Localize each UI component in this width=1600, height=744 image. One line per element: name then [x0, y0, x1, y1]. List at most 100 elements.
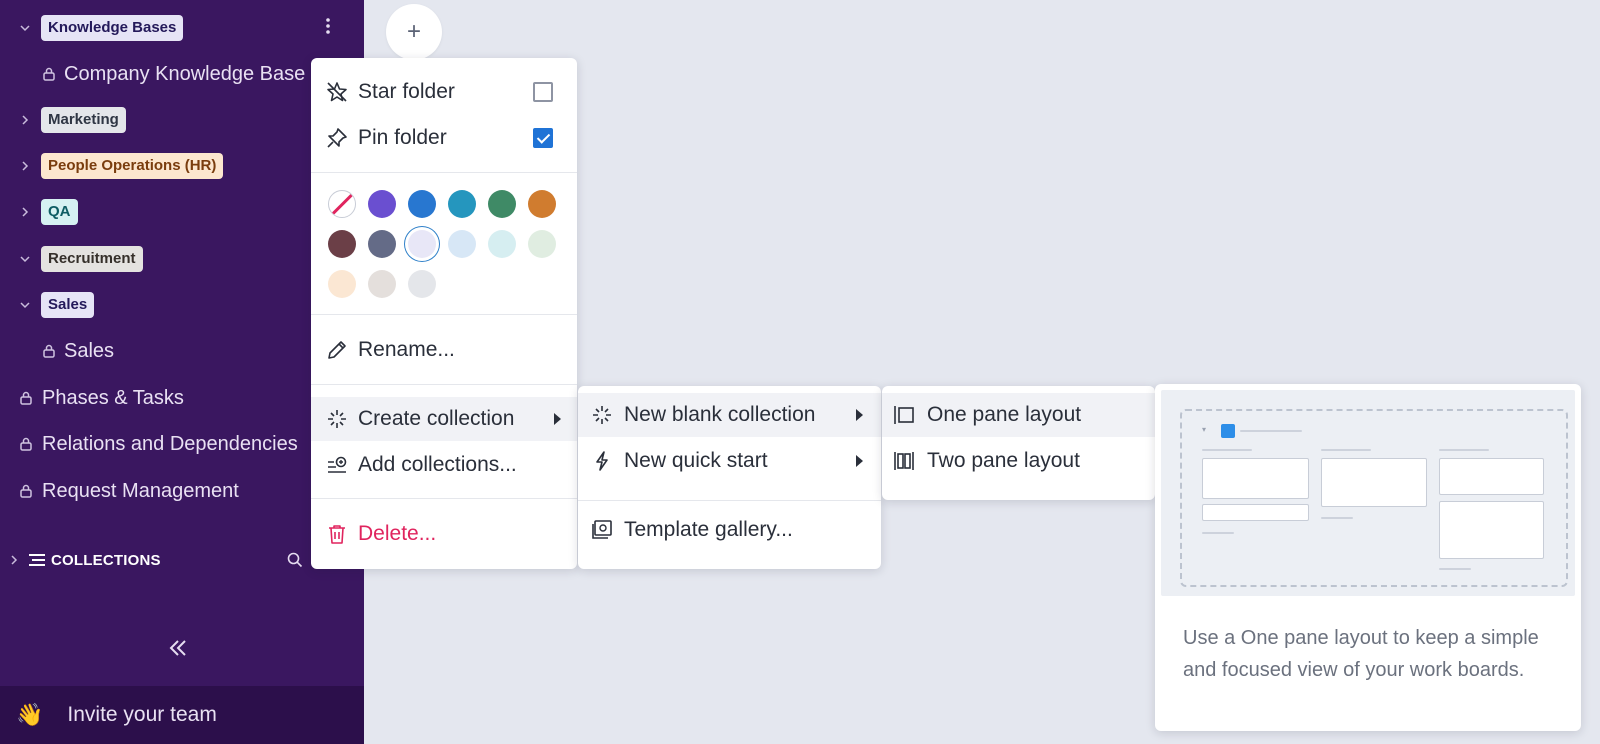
folder-tag: Recruitment — [41, 246, 143, 272]
preview-line — [1439, 449, 1489, 451]
sidebar-item-label: Relations and Dependencies — [42, 432, 298, 455]
star-folder-checkbox[interactable] — [533, 82, 553, 102]
color-swatch[interactable] — [408, 190, 436, 218]
search-icon[interactable] — [287, 552, 303, 573]
preview-card — [1439, 458, 1544, 495]
no-color-swatch[interactable] — [328, 190, 356, 218]
chevron-right-icon[interactable] — [19, 206, 31, 218]
one-pane-layout-label: One pane layout — [927, 403, 1082, 426]
lightning-icon — [590, 449, 614, 473]
sidebar-item-phases-tasks[interactable]: Phases & Tasks — [0, 378, 364, 418]
color-swatch[interactable] — [448, 190, 476, 218]
chevron-down-icon[interactable] — [19, 253, 31, 265]
more-options-icon[interactable] — [318, 16, 338, 41]
color-swatch[interactable] — [448, 230, 476, 258]
preview-card — [1439, 501, 1544, 559]
new-quick-start-item[interactable]: New quick start — [578, 439, 881, 483]
sparkle-icon — [590, 403, 614, 427]
sidebar-folder-qa[interactable]: QA — [0, 192, 364, 232]
sparkle-icon — [325, 407, 349, 431]
pin-folder-item[interactable]: Pin folder — [311, 116, 577, 160]
sidebar-folder-marketing[interactable]: Marketing — [0, 100, 364, 140]
sidebar-folder-recruitment[interactable]: Recruitment — [0, 239, 364, 279]
template-gallery-icon — [590, 518, 614, 542]
sidebar-item-relations[interactable]: Relations and Dependencies — [0, 424, 364, 464]
layout-description: Use a One pane layout to keep a simple a… — [1183, 627, 1539, 681]
collections-icon — [29, 553, 45, 567]
folder-tag: Marketing — [41, 107, 126, 133]
new-quick-start-label: New quick start — [624, 449, 768, 472]
preview-frame: ▾ — [1180, 409, 1568, 587]
layout-preview-image: ▾ — [1161, 390, 1575, 596]
add-collections-item[interactable]: Add collections... — [311, 443, 577, 487]
collections-header[interactable]: COLLECTIONS — [0, 546, 364, 574]
color-swatch[interactable] — [328, 230, 356, 258]
lock-icon — [19, 437, 33, 451]
chevron-right-icon[interactable] — [8, 554, 20, 566]
color-swatch[interactable] — [408, 230, 436, 258]
layout-preview-card: ▾ Use a One pane layout to keep a simple… — [1155, 384, 1581, 731]
invite-team-button[interactable]: 👋 Invite your team — [0, 686, 364, 744]
chevron-right-icon[interactable] — [19, 114, 31, 126]
lock-icon — [42, 67, 56, 81]
divider — [311, 172, 577, 173]
layout-submenu: One pane layout Two pane layout — [882, 386, 1155, 500]
sidebar-folder-knowledge-bases[interactable]: Knowledge Bases — [0, 8, 364, 48]
folder-context-menu: Star folder Pin folder Rename... Create … — [311, 58, 577, 569]
chevron-right-icon[interactable] — [19, 160, 31, 172]
chevron-down-icon[interactable] — [19, 299, 31, 311]
template-gallery-label: Template gallery... — [624, 518, 793, 541]
delete-item[interactable]: Delete... — [311, 512, 577, 556]
create-collection-submenu: New blank collection New quick start Tem… — [578, 386, 881, 569]
color-swatch[interactable] — [368, 230, 396, 258]
pin-icon — [325, 126, 349, 150]
create-collection-item[interactable]: Create collection — [311, 397, 577, 441]
collapse-sidebar-icon[interactable] — [166, 636, 190, 660]
submenu-arrow-icon — [554, 413, 561, 425]
preview-line — [1202, 532, 1234, 534]
color-swatch[interactable] — [368, 190, 396, 218]
create-collection-label: Create collection — [358, 407, 515, 430]
preview-card — [1202, 504, 1309, 521]
invite-label: Invite your team — [67, 703, 217, 726]
star-folder-label: Star folder — [358, 80, 455, 103]
preview-line — [1321, 517, 1353, 519]
folder-tag: QA — [41, 199, 78, 225]
sidebar-folder-sales[interactable]: Sales — [0, 285, 364, 325]
color-swatch[interactable] — [488, 190, 516, 218]
star-folder-item[interactable]: Star folder — [311, 70, 577, 114]
pin-folder-checkbox[interactable] — [533, 128, 553, 148]
preview-icon — [1221, 424, 1235, 438]
sidebar-item-sales[interactable]: Sales — [0, 331, 364, 371]
rename-item[interactable]: Rename... — [311, 328, 577, 372]
preview-line — [1240, 430, 1302, 432]
chevron-down-icon[interactable] — [19, 22, 31, 34]
pencil-icon — [325, 338, 349, 362]
color-swatch[interactable] — [328, 270, 356, 298]
lock-icon — [19, 391, 33, 405]
color-swatch[interactable] — [368, 270, 396, 298]
color-swatch[interactable] — [488, 230, 516, 258]
sidebar-item-request-management[interactable]: Request Management — [0, 471, 364, 511]
add-button[interactable]: + — [386, 4, 442, 60]
submenu-arrow-icon — [856, 455, 863, 467]
add-list-icon — [325, 453, 349, 477]
template-gallery-item[interactable]: Template gallery... — [578, 508, 881, 552]
sidebar-folder-people-operations[interactable]: People Operations (HR) — [0, 146, 364, 186]
sidebar-item-company-knowledge-base[interactable]: Company Knowledge Base — [0, 54, 364, 94]
folder-tag: Knowledge Bases — [41, 15, 184, 41]
lock-icon — [19, 484, 33, 498]
preview-line — [1439, 568, 1471, 570]
divider — [578, 500, 881, 501]
color-swatch[interactable] — [408, 270, 436, 298]
chevron-down-icon: ▾ — [1202, 425, 1207, 434]
color-swatch[interactable] — [528, 230, 556, 258]
folder-tag: People Operations (HR) — [41, 153, 224, 179]
two-pane-layout-item[interactable]: Two pane layout — [882, 439, 1155, 483]
one-pane-layout-item[interactable]: One pane layout — [882, 393, 1155, 437]
sidebar-item-label: Sales — [64, 339, 115, 362]
one-pane-layout-icon — [892, 403, 916, 427]
new-blank-collection-item[interactable]: New blank collection — [578, 393, 881, 437]
color-swatch[interactable] — [528, 190, 556, 218]
lock-icon — [42, 344, 56, 358]
